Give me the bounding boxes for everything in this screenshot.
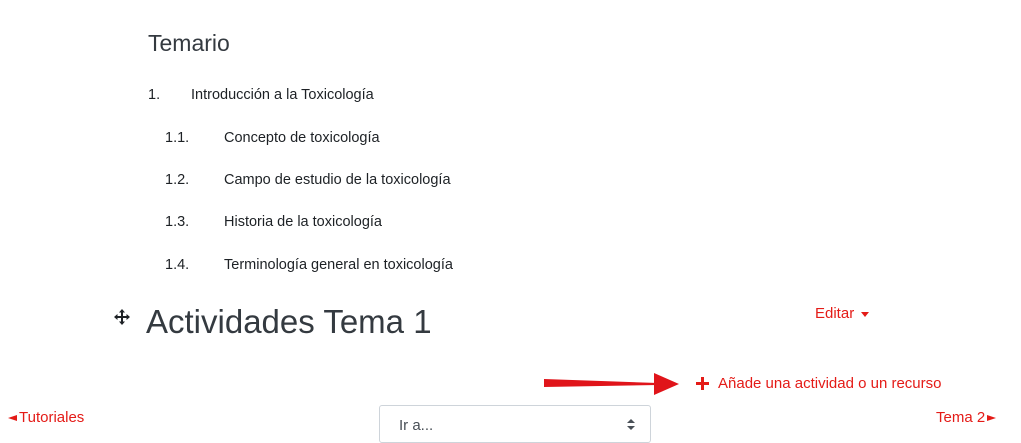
previous-section-label: Tutoriales [19, 409, 85, 426]
move-arrows-icon[interactable] [113, 308, 131, 326]
annotation-arrow-icon [544, 373, 679, 395]
chapter-number: 1. [148, 87, 161, 103]
edit-menu-button[interactable]: Editar [815, 305, 870, 322]
subsection-title: Campo de estudio de la toxicología [224, 172, 451, 188]
add-activity-button[interactable]: Añade una actividad o un recurso [696, 375, 941, 392]
subsection-title: Historia de la toxicología [224, 214, 382, 230]
add-activity-label: Añade una actividad o un recurso [718, 375, 942, 392]
previous-section-link[interactable]: Tutoriales [8, 409, 84, 426]
section-title: Actividades Tema 1 [146, 303, 432, 340]
subsection-number: 1.1. [165, 130, 190, 146]
temario-title: Temario [148, 30, 230, 56]
subsection-number: 1.2. [165, 172, 190, 188]
sort-updown-icon [627, 419, 635, 431]
subsection-number: 1.4. [165, 257, 190, 273]
jump-to-label: Ir a... [399, 417, 434, 434]
left-arrow-icon [8, 414, 17, 421]
subsection-number: 1.3. [165, 214, 190, 230]
jump-to-select[interactable]: Ir a... [379, 405, 651, 443]
plus-icon [696, 377, 709, 390]
subsection-title: Terminología general en toxicología [224, 257, 453, 273]
chapter-title: Introducción a la Toxicología [191, 87, 374, 103]
next-section-link[interactable]: Tema 2 [936, 409, 997, 426]
edit-label: Editar [815, 305, 855, 322]
caret-down-icon [861, 312, 870, 317]
next-section-label: Tema 2 [936, 409, 986, 426]
subsection-title: Concepto de toxicología [224, 130, 380, 146]
right-arrow-icon [987, 414, 997, 421]
